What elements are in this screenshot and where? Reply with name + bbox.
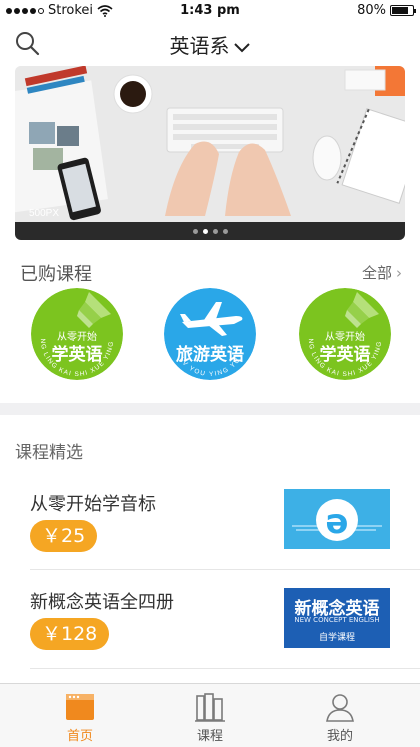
carousel-dot[interactable]	[222, 229, 228, 234]
page-title: 英语系	[169, 34, 230, 58]
tab-bar: 首页 课程 我的	[0, 683, 420, 747]
banner-watermark: 500PX	[29, 208, 59, 219]
chevron-right-icon: ›	[396, 264, 402, 282]
purchased-course-badge[interactable]: LV YOU YING YU 旅游英语	[164, 288, 256, 380]
course-list-item[interactable]: 从零开始学音标 ￥25 ə	[30, 482, 390, 572]
battery-fill	[392, 7, 408, 14]
course-list-item[interactable]: 新概念英语全四册 ￥128 新概念英语 NEW CONCEPT ENGLISH …	[30, 580, 390, 670]
battery-icon	[390, 5, 416, 16]
section-divider	[0, 403, 420, 415]
nav-bar: 英语系	[0, 22, 420, 64]
badge-main-label: 学英语	[319, 345, 371, 365]
banner-carousel[interactable]: 500PX	[15, 66, 405, 240]
course-thumbnail: 新概念英语 NEW CONCEPT ENGLISH 自学课程	[284, 588, 390, 648]
tab-courses[interactable]: 课程	[140, 684, 280, 747]
tab-profile[interactable]: 我的	[270, 684, 410, 747]
picks-title: 课程精选	[15, 443, 83, 463]
price-badge: ￥25	[30, 520, 98, 552]
tab-profile-label: 我的	[326, 729, 353, 744]
status-right: 80%	[357, 3, 416, 18]
view-all-link[interactable]: 全部 ›	[362, 262, 402, 283]
purchased-header: 已购课程 全部 ›	[20, 260, 402, 285]
home-icon	[66, 694, 94, 720]
carousel-dot[interactable]	[212, 229, 218, 234]
course-name: 从零开始学音标	[30, 494, 156, 515]
carousel-dot[interactable]	[192, 229, 198, 234]
purchased-course-badge[interactable]: CONG LING KAI SHI XUE YING YU 从零开始 学英语	[299, 288, 391, 380]
carousel-dot[interactable]	[202, 229, 208, 234]
thumbnail-caption: 自学课程	[318, 633, 355, 643]
tab-home[interactable]: 首页	[10, 684, 150, 747]
thumbnail-subtitle-en: NEW CONCEPT ENGLISH	[294, 616, 380, 624]
carousel-indicators	[15, 229, 405, 234]
view-all-label: 全部	[361, 264, 392, 282]
purchased-title: 已购课程	[20, 264, 92, 285]
phonetics-thumbnail-art: ə	[284, 489, 390, 549]
chevron-down-icon	[233, 42, 250, 52]
tab-courses-label: 课程	[196, 729, 223, 744]
banner-image: 500PX	[15, 66, 405, 240]
badge-background: LV YOU YING YU	[164, 288, 256, 380]
category-selector[interactable]: 英语系	[0, 30, 420, 59]
price-badge: ￥128	[30, 618, 110, 650]
badge-main-label: 旅游英语	[176, 345, 244, 365]
purchased-courses: CONG LING KAI SHI XUE YING YU 从零开始 学英语 L…	[0, 288, 420, 384]
purchased-course-badge[interactable]: CONG LING KAI SHI XUE YING YU 从零开始 学英语	[31, 288, 123, 380]
battery-percent: 80%	[357, 3, 386, 18]
course-thumbnail: ə	[284, 489, 390, 549]
thumbnail-glyph: ə	[325, 502, 348, 542]
list-divider	[30, 668, 420, 669]
list-divider	[30, 569, 420, 570]
course-name: 新概念英语全四册	[30, 592, 174, 613]
books-icon	[195, 693, 225, 722]
status-bar: Strokei 1:43 pm 80%	[0, 0, 420, 22]
badge-main-label: 学英语	[51, 345, 103, 365]
tab-home-label: 首页	[66, 729, 93, 744]
user-icon	[326, 694, 354, 722]
